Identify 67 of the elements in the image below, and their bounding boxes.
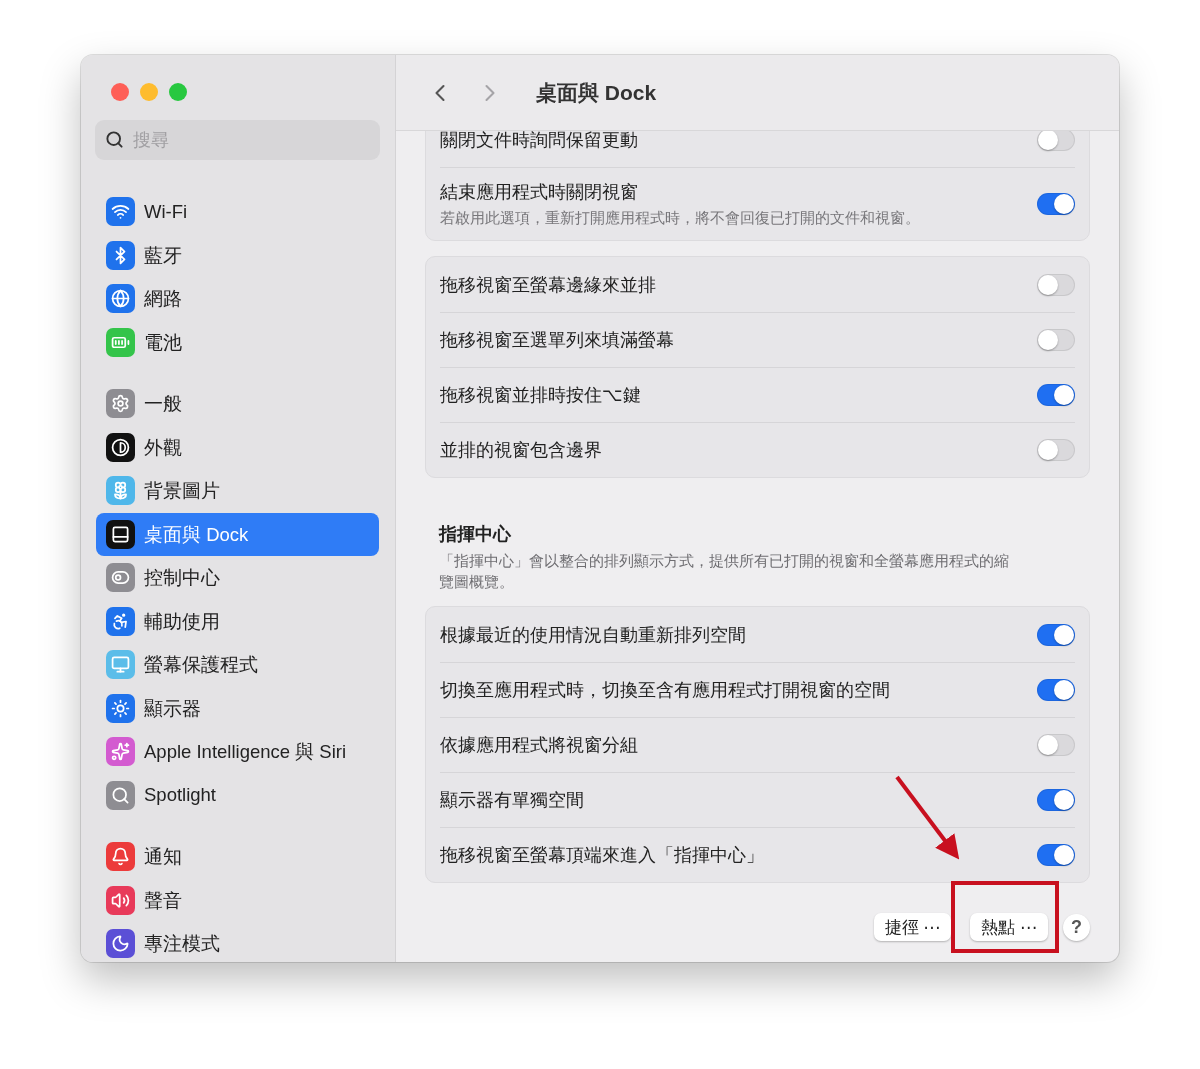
sidebar-item[interactable]: 專注模式: [96, 922, 379, 962]
moon-icon: [106, 929, 135, 959]
sidebar-item[interactable]: 控制中心: [96, 556, 379, 600]
contrast-icon: [106, 432, 135, 462]
setting-label: 顯示器有單獨空間: [440, 789, 585, 812]
setting-label: 拖移視窗至螢幕邊緣來並排: [440, 273, 657, 297]
sidebar-item[interactable]: Wi-Fi: [96, 190, 379, 234]
sparkles-icon: [106, 737, 135, 767]
toggle-switch[interactable]: [1037, 623, 1075, 646]
setting-label: 切換至應用程式時，切換至含有應用程式打開視窗的空間: [440, 679, 891, 702]
bell-icon: [106, 842, 135, 872]
setting-description: 若啟用此選項，重新打開應用程式時，將不會回復已打開的文件和視窗。: [440, 209, 921, 228]
settings-button[interactable]: 捷徑 ⋯: [873, 913, 952, 941]
sidebar-item[interactable]: 電池: [96, 320, 379, 364]
toggle-switch[interactable]: [1037, 193, 1075, 215]
toggle-switch[interactable]: [1037, 844, 1075, 866]
sidebar-item[interactable]: 背景圖片: [96, 469, 379, 513]
dock-icon: [106, 519, 135, 549]
toggle-switch[interactable]: [1037, 329, 1075, 351]
search-icon: [106, 780, 135, 810]
setting-label: 拖移視窗並排時按住⌥鍵: [440, 384, 642, 407]
bluetooth-icon: [106, 240, 135, 270]
toggle-switch[interactable]: [1037, 131, 1075, 151]
setting-label: 關閉文件時詢問保留更動: [440, 131, 639, 152]
search-icon: [105, 130, 124, 149]
toggle-icon: [106, 563, 135, 593]
sidebar-item[interactable]: 一般: [96, 382, 379, 426]
toggle-switch[interactable]: [1037, 273, 1075, 296]
toggle-switch[interactable]: [1037, 384, 1075, 406]
speaker-icon: [106, 885, 135, 915]
setting-label: 依據應用程式將視窗分組: [440, 734, 639, 757]
accessibility-icon: [106, 606, 135, 636]
close-button[interactable]: [111, 83, 129, 101]
sidebar-item[interactable]: 通知: [96, 835, 379, 879]
flower-icon: [106, 476, 135, 506]
sidebar-item[interactable]: 聲音: [96, 878, 379, 922]
sidebar-item[interactable]: 顯示器: [96, 686, 379, 730]
monitor-icon: [106, 650, 135, 680]
toggle-switch[interactable]: [1037, 679, 1075, 701]
sidebar-item[interactable]: 網路: [96, 277, 379, 321]
wifi-icon: [106, 197, 135, 227]
sidebar-item[interactable]: 外觀: [96, 425, 379, 469]
toggle-switch[interactable]: [1037, 789, 1075, 811]
zoom-button[interactable]: [169, 83, 187, 101]
setting-label: 根據最近的使用情況自動重新排列空間: [440, 623, 747, 647]
sun-icon: [106, 693, 135, 723]
help-button[interactable]: ?: [1063, 913, 1090, 941]
setting-label: 拖移視窗至螢幕頂端來進入「指揮中心」: [440, 844, 765, 867]
setting-label: 拖移視窗至選單列來填滿螢幕: [440, 329, 675, 352]
section-description: 「指揮中心」會以整合的排列顯示方式，提供所有已打開的視窗和全螢幕應用程式的縮覽圖概覽。: [439, 551, 1010, 592]
battery-icon: [106, 327, 135, 357]
toggle-switch[interactable]: [1037, 439, 1075, 461]
sidebar-item[interactable]: 桌面與 Dock: [96, 512, 379, 556]
settings-button[interactable]: 熱點 ⋯: [970, 913, 1048, 941]
setting-label: 並排的視窗包含邊界: [440, 439, 603, 462]
sidebar-item[interactable]: Spotlight: [96, 773, 379, 817]
sidebar-item[interactable]: 輔助使用: [96, 599, 379, 643]
sidebar-item[interactable]: Apple Intelligence 與 Siri: [96, 730, 379, 774]
sidebar-item[interactable]: 藍牙: [96, 233, 379, 277]
settings-icon: [106, 389, 135, 419]
window-title: 桌面與 Dock: [536, 79, 657, 106]
toggle-switch[interactable]: [1037, 734, 1075, 756]
section-heading: 指揮中心: [439, 523, 512, 546]
setting-label: 結束應用程式時關閉視窗: [440, 181, 639, 204]
sidebar-item[interactable]: 螢幕保護程式: [96, 643, 379, 687]
minimize-button[interactable]: [140, 83, 158, 101]
globe-icon: [106, 284, 135, 314]
